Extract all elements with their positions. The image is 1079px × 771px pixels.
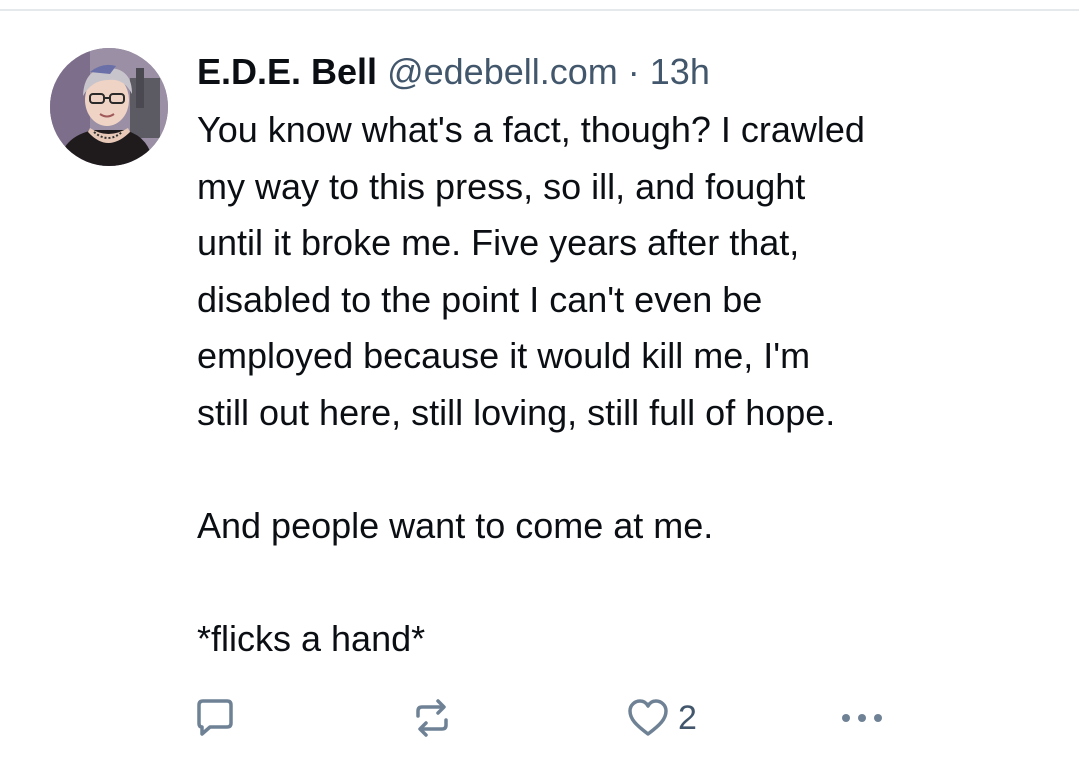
body-line: employed because it would kill me, I'm: [197, 335, 811, 376]
avatar[interactable]: [50, 48, 168, 166]
like-count: 2: [678, 698, 697, 737]
author-name[interactable]: E.D.E. Bell: [197, 51, 377, 92]
author-handle[interactable]: @edebell.com: [387, 51, 618, 92]
heart-icon: [628, 699, 668, 736]
post-content: E.D.E. Bell @edebell.com · 13h You know …: [197, 48, 1047, 667]
post-actions: 2: [193, 692, 893, 744]
body-line: You know what's a fact, though? I crawle…: [197, 109, 865, 150]
reply-button[interactable]: [193, 692, 237, 744]
body-line: my way to this press, so ill, and fought: [197, 165, 806, 207]
divider: [0, 9, 1079, 11]
header-separator: ·: [627, 51, 640, 92]
speech-bubble-icon: [197, 699, 233, 736]
post-timestamp[interactable]: 13h: [650, 51, 710, 92]
more-options-button[interactable]: [838, 692, 886, 744]
like-button[interactable]: 2: [626, 692, 697, 744]
post-body: You know what's a fact, though? I crawle…: [197, 102, 1047, 667]
repost-icon: [416, 699, 448, 737]
body-line: still out here, still loving, still full…: [197, 391, 836, 433]
ellipsis-icon: [842, 714, 882, 722]
post-card[interactable]: E.D.E. Bell @edebell.com · 13h You know …: [0, 0, 1079, 771]
post-header: E.D.E. Bell @edebell.com · 13h: [197, 48, 1047, 96]
avatar-photo-icon: [50, 48, 168, 166]
post-paragraph-1: You know what's a fact, though? I crawle…: [197, 102, 1047, 441]
body-line: until it broke me. Five years after that…: [197, 222, 800, 263]
body-line: disabled to the point I can't even be: [197, 278, 763, 320]
repost-button[interactable]: [410, 692, 454, 744]
post-paragraph-2: And people want to come at me.: [197, 504, 714, 546]
post-paragraph-3: *flicks a hand*: [197, 617, 426, 659]
